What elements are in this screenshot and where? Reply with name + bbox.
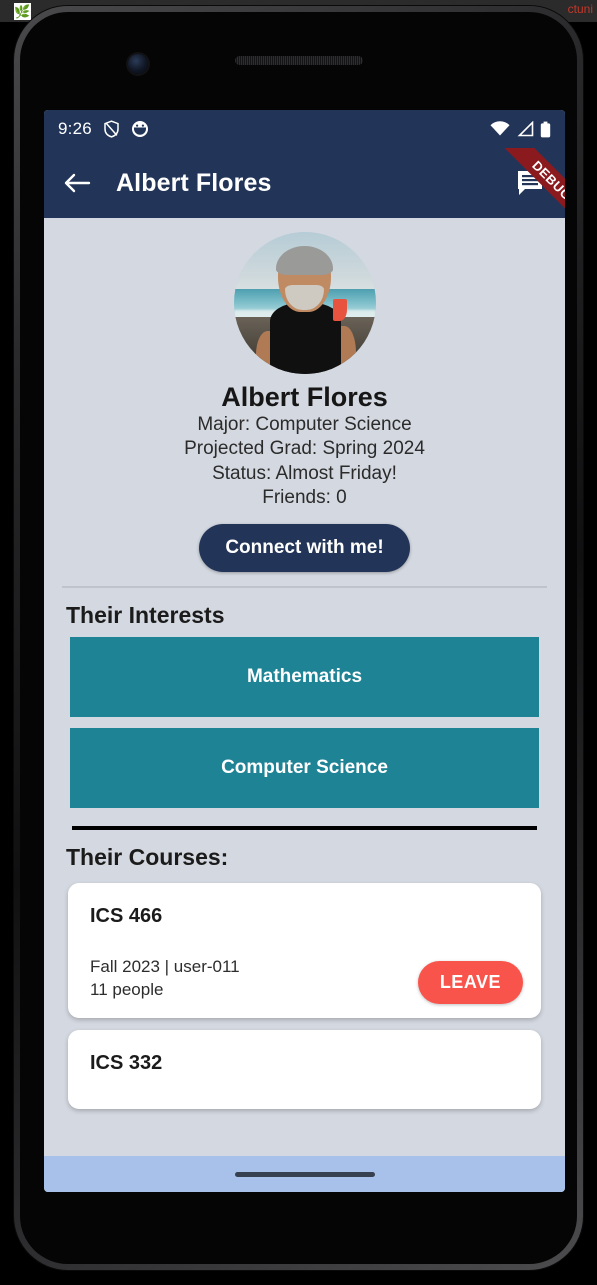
profile-major: Major: Computer Science [197, 414, 412, 435]
status-bar-right [490, 121, 551, 138]
browser-tab-title-right: ctuni [567, 2, 593, 16]
courses-heading: Their Courses: [66, 844, 229, 871]
interests-heading: Their Interests [66, 602, 225, 629]
profile-section: Albert Flores Major: Computer Science Pr… [44, 218, 565, 573]
page-title: Albert Flores [116, 168, 272, 197]
profile-status: Status: Almost Friday! [212, 462, 397, 484]
scrollable-content[interactable]: Albert Flores Major: Computer Science Pr… [44, 218, 565, 1156]
profile-name: Albert Flores [221, 382, 388, 412]
battery-icon [540, 121, 551, 137]
profile-projected-grad: Projected Grad: Spring 2024 [184, 438, 425, 460]
interest-item-mathematics[interactable]: Mathematics [70, 637, 539, 718]
avatar [233, 232, 376, 374]
leave-button[interactable]: LEAVE [417, 961, 523, 1005]
courses-divider [72, 826, 537, 831]
app-bar: Albert Flores DEBUG [44, 148, 565, 240]
app-screen: 9:26 Albert Flores DEBUG Albert Flores M… [44, 110, 565, 1192]
phone-screen-bezel: 9:26 Albert Flores DEBUG Albert Flores M… [20, 12, 577, 1264]
connect-button[interactable]: Connect with me! [199, 524, 410, 573]
interest-item-computer-science[interactable]: Computer Science [70, 728, 539, 809]
course-card[interactable]: ICS 466 Fall 2023 | user-011 11 people L… [68, 883, 541, 1019]
course-card[interactable]: ICS 332 [68, 1030, 541, 1110]
profile-divider [62, 586, 547, 589]
status-bar: 9:26 [44, 110, 565, 148]
courses-list: ICS 466 Fall 2023 | user-011 11 people L… [44, 879, 565, 1110]
phone-device-frame: 9:26 Albert Flores DEBUG Albert Flores M… [14, 6, 583, 1270]
status-bar-clock: 9:26 [58, 119, 92, 138]
course-code: ICS 466 [90, 905, 163, 928]
wifi-icon [490, 121, 510, 136]
leaf-icon: 🌿 [14, 2, 31, 20]
system-navigation-bar [44, 1156, 565, 1192]
home-indicator[interactable] [234, 1171, 375, 1177]
profile-friends-count: Friends: 0 [262, 486, 347, 508]
front-camera-icon [128, 54, 148, 74]
status-bar-left: 9:26 [58, 119, 149, 139]
face-icon [131, 121, 148, 137]
course-code: ICS 332 [90, 1052, 163, 1075]
chat-icon[interactable] [511, 164, 549, 202]
shield-icon [104, 120, 119, 138]
signal-icon [517, 121, 534, 137]
speaker-grille-icon [234, 56, 363, 65]
interests-list: Mathematics Computer Science [44, 637, 565, 809]
back-arrow-icon[interactable] [60, 166, 94, 200]
